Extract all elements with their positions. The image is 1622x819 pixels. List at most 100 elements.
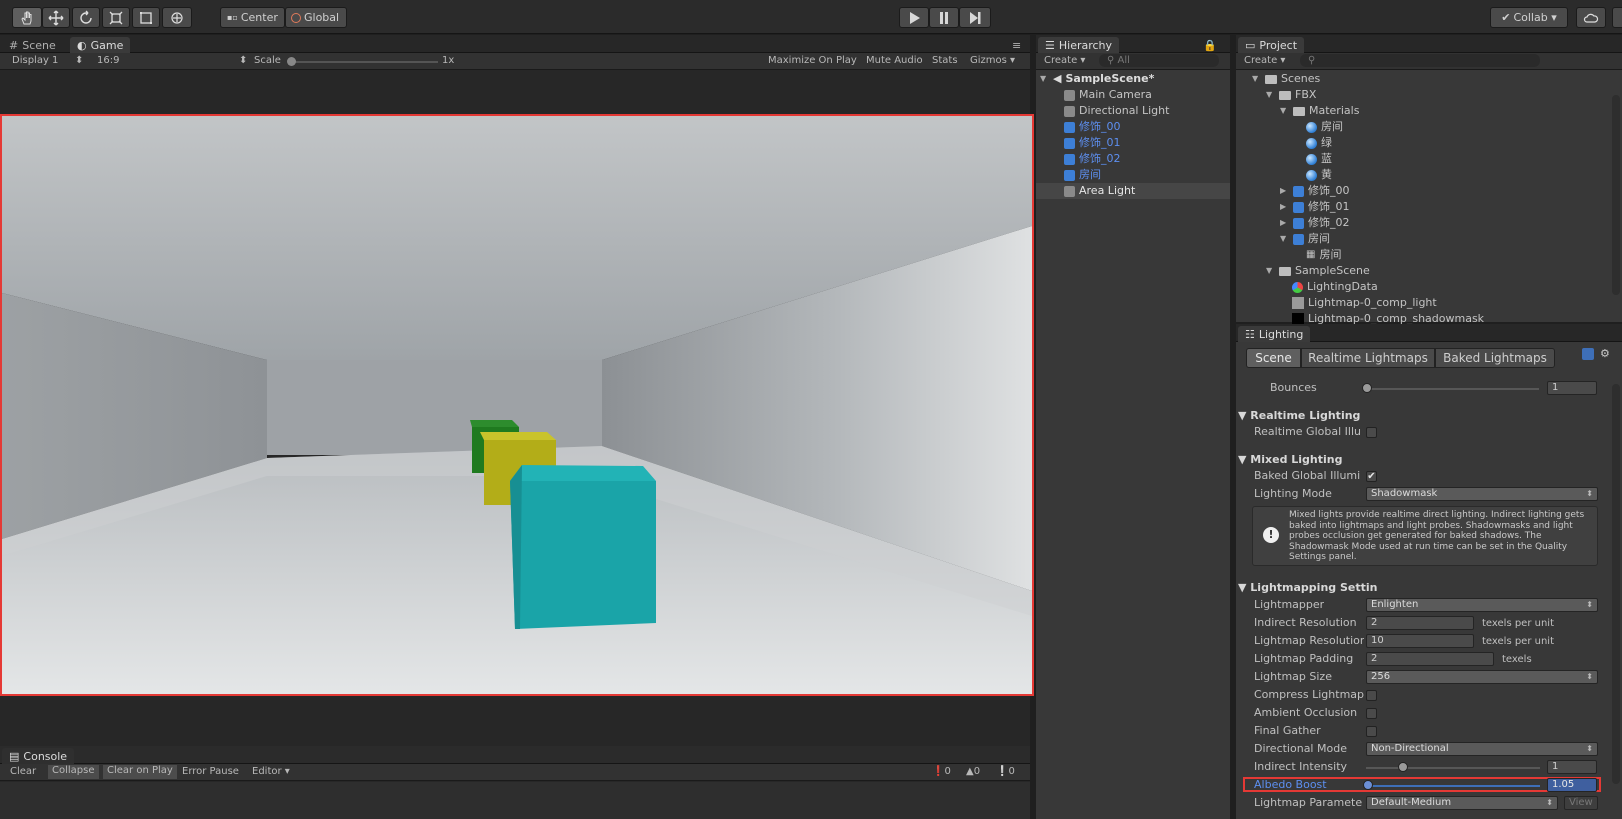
rotate-tool-icon[interactable] [72,7,100,28]
collab-button[interactable]: ✔ Collab ▾ [1490,7,1568,28]
console-log-area[interactable] [0,782,1030,819]
albedo-boost-slider-knob[interactable] [1363,780,1373,790]
indirect-intensity-slider-track[interactable] [1366,767,1540,769]
project-tree-item[interactable]: 黄 [1306,167,1332,183]
aspect-dropdown[interactable]: 16:9 [97,55,119,66]
project-tree-item[interactable]: ▦ 房间 [1306,247,1341,263]
rect-tool-icon[interactable] [132,7,160,28]
albedo-boost-slider-track[interactable] [1366,785,1540,787]
space-toggle-button[interactable]: Global [285,7,347,28]
console-collapse-button[interactable]: Collapse [48,765,99,779]
indirect-resolution-field[interactable]: 2 [1366,616,1474,630]
ambient-occlusion-checkbox[interactable] [1366,708,1377,719]
project-tree-item[interactable]: LightingData [1292,279,1378,295]
hierarchy-item[interactable]: 修饰_01 [1064,135,1121,151]
console-editor-dropdown[interactable]: Editor ▾ [252,766,290,777]
final-gather-checkbox[interactable] [1366,726,1377,737]
message-count[interactable]: ❕0 [996,766,1015,777]
lightmap-parameters-view-button[interactable]: View [1564,796,1598,810]
project-create-button[interactable]: Create ▾ [1244,55,1285,66]
project-tree-item[interactable]: ▶ 修饰_01 [1280,199,1350,215]
transform-tool-icon[interactable] [162,7,192,28]
lightmap-padding-field[interactable]: 2 [1366,652,1494,666]
project-tree-item[interactable]: 蓝 [1306,151,1332,167]
lightmapper-dropdown[interactable]: Enlighten [1366,598,1598,612]
lighting-mode-dropdown[interactable]: Shadowmask [1366,487,1598,501]
hierarchy-item[interactable]: 房间 [1064,167,1101,183]
display-dropdown[interactable]: Display 1 [12,55,58,66]
console-clear-button[interactable]: Clear [10,766,36,777]
error-count[interactable]: ❗0 [932,766,951,777]
subtab-realtime-lightmaps[interactable]: Realtime Lightmaps [1301,348,1435,368]
project-search-input[interactable]: ⚲ [1300,54,1540,67]
account-button[interactable] [1612,7,1622,28]
scene-root[interactable]: ▼ ◀ SampleScene* [1040,71,1154,87]
lightmapping-settings-header[interactable]: ▼ Lightmapping Settin [1238,581,1377,594]
bounces-field[interactable]: 1 [1547,381,1597,395]
mute-audio-button[interactable]: Mute Audio [866,55,923,66]
project-tree-item[interactable]: ▼ 房间 [1280,231,1330,247]
cloud-button[interactable] [1576,7,1606,28]
move-tool-icon[interactable] [42,7,70,28]
stats-button[interactable]: Stats [932,55,958,66]
hierarchy-search-input[interactable]: ⚲ All [1099,54,1219,67]
scale-tool-icon[interactable] [102,7,130,28]
tab-scene[interactable]: # Scene [2,37,63,53]
help-icon[interactable] [1582,348,1594,360]
project-tree-item[interactable]: ▼ Materials [1280,103,1359,119]
realtime-lighting-header[interactable]: ▼ Realtime Lighting [1238,409,1360,422]
compress-lightmaps-checkbox[interactable] [1366,690,1377,701]
albedo-boost-field[interactable]: 1.05 [1547,778,1597,792]
step-button[interactable] [959,7,991,28]
scale-slider-knob[interactable] [287,57,296,66]
hand-tool-icon[interactable] [12,7,42,28]
lighting-scrollbar[interactable] [1612,384,1620,784]
project-tree-item[interactable]: ▶ 修饰_02 [1280,215,1350,231]
hierarchy-create-button[interactable]: Create ▾ [1044,55,1085,66]
hierarchy-item[interactable]: Area Light [1064,183,1135,199]
project-tree-item[interactable]: ▶ 修饰_00 [1280,183,1350,199]
maximize-on-play-button[interactable]: Maximize On Play [768,55,857,66]
pivot-toggle-button[interactable]: ▪▫ Center [220,7,285,28]
bounces-slider-knob[interactable] [1362,383,1372,393]
bounces-slider-track[interactable] [1365,388,1539,390]
baked-gi-checkbox[interactable]: ✔ [1366,471,1377,482]
hierarchy-item[interactable]: Main Camera [1064,87,1152,103]
tab-lighting[interactable]: ☷ Lighting [1238,326,1311,342]
directional-mode-dropdown[interactable]: Non-Directional [1366,742,1598,756]
realtime-gi-checkbox[interactable] [1366,427,1377,438]
console-error-pause-button[interactable]: Error Pause [182,766,239,777]
project-tree-item[interactable]: Lightmap-0_comp_light [1292,295,1437,311]
project-tree-item[interactable]: ▼ FBX [1266,87,1316,103]
console-clear-on-play-button[interactable]: Clear on Play [103,765,177,779]
indirect-intensity-slider-knob[interactable] [1398,762,1408,772]
pause-button[interactable] [929,7,959,28]
lightmap-resolution-field[interactable]: 10 [1366,634,1474,648]
mixed-lighting-header[interactable]: ▼ Mixed Lighting [1238,453,1343,466]
warning-count[interactable]: ▲0 [966,766,980,777]
scale-slider-track[interactable] [290,61,438,63]
project-scrollbar[interactable] [1612,95,1620,295]
tab-console[interactable]: ▤ Console [2,748,75,764]
subtab-scene[interactable]: Scene [1246,348,1301,368]
game-viewport[interactable] [0,114,1034,696]
lightmap-size-dropdown[interactable]: 256 [1366,670,1598,684]
project-tree-item[interactable]: ▼ SampleScene [1266,263,1370,279]
hierarchy-item[interactable]: 修饰_02 [1064,151,1121,167]
subtab-baked-lightmaps[interactable]: Baked Lightmaps [1435,348,1555,368]
indirect-intensity-field[interactable]: 1 [1547,760,1597,774]
project-tree-item[interactable]: 房间 [1306,119,1343,135]
gizmos-dropdown[interactable]: Gizmos ▾ [970,55,1015,66]
settings-gear-icon[interactable]: ⚙ [1600,347,1610,360]
hierarchy-item[interactable]: 修饰_00 [1064,119,1121,135]
project-tree-item[interactable]: 绿 [1306,135,1332,151]
tab-game[interactable]: ◐ Game [70,37,131,53]
panel-menu-icon[interactable]: ≡ [1005,37,1028,53]
lock-icon[interactable]: 🔒 [1196,37,1224,53]
project-tree-item[interactable]: ▼ Scenes [1252,71,1320,87]
hierarchy-item[interactable]: Directional Light [1064,103,1169,119]
play-button[interactable] [899,7,929,28]
tab-hierarchy[interactable]: ☰ Hierarchy [1038,37,1120,53]
tab-project[interactable]: ▭ Project [1238,37,1305,53]
lightmap-parameters-dropdown[interactable]: Default-Medium [1366,796,1558,810]
